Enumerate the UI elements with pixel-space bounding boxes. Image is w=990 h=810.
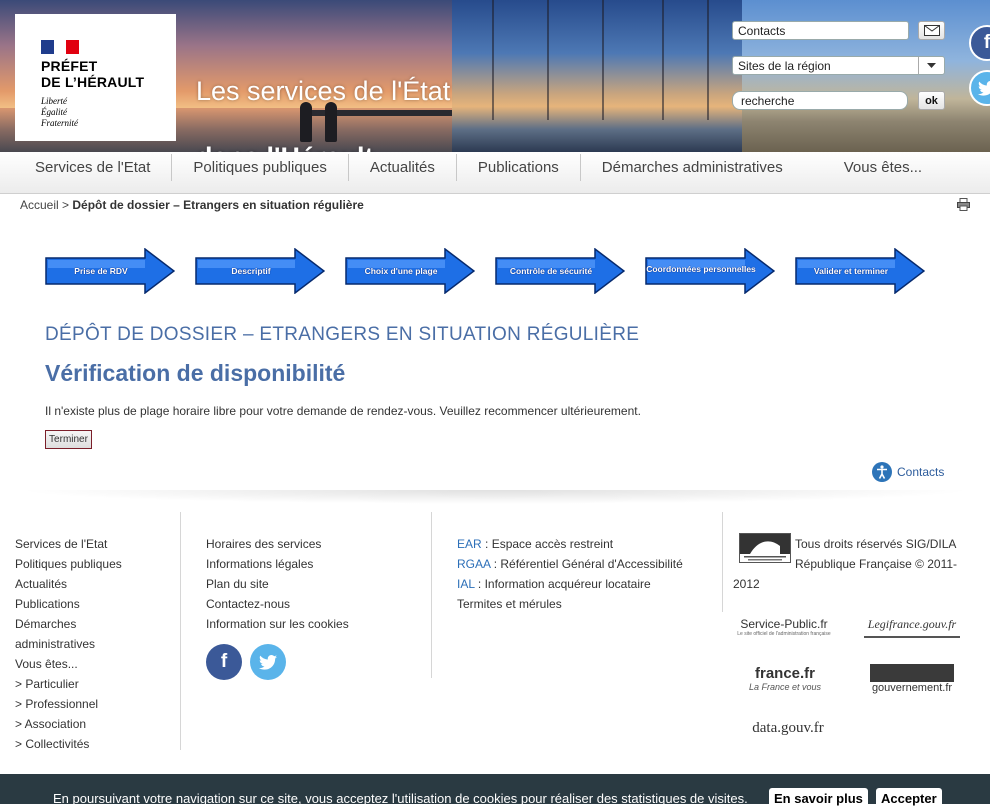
footer-link-rgaa[interactable]: RGAA : Référentiel Général d'Accessibili… — [457, 554, 717, 574]
gouvernement-logo[interactable]: gouvernement.fr — [870, 664, 954, 694]
site-title-line2: dans l'Hérault — [196, 141, 450, 152]
step-coordonnees: Coordonnées personnelles — [645, 248, 775, 294]
footer-col-services: EAR : Espace accès restreint RGAA : Réfé… — [457, 534, 717, 614]
footer-link-ial[interactable]: IAL : Information acquéreur locataire — [457, 574, 717, 594]
search-submit-button[interactable]: ok — [918, 91, 945, 110]
france-fr-logo[interactable]: france.fr La France et vous — [740, 662, 830, 694]
nav-item-politiques[interactable]: Politiques publiques — [172, 154, 349, 181]
flag-icon — [41, 40, 80, 54]
marianne-logo-icon — [739, 533, 791, 563]
breadcrumb-separator: > — [62, 198, 70, 212]
step-controle-securite: Contrôle de sécurité — [495, 248, 625, 294]
mail-button[interactable] — [918, 21, 945, 40]
footer-divider — [15, 490, 975, 504]
step-prise-rdv: Prise de RDV — [45, 248, 175, 294]
nav-item-vous-etes[interactable]: Vous êtes... — [804, 154, 943, 181]
step-label: Choix d'une plage — [364, 266, 438, 276]
footer-separator — [180, 512, 181, 750]
step-label: Coordonnées personnelles — [646, 264, 756, 274]
prefet-logo[interactable]: PRÉFET DE L’HÉRAULT Liberté Égalité Frat… — [15, 14, 176, 141]
step-descriptif: Descriptif — [195, 248, 325, 294]
footer-link[interactable]: Publications — [15, 594, 175, 614]
step-choix-plage: Choix d'une plage — [345, 248, 475, 294]
contacts-link-label: Contacts — [897, 465, 945, 479]
accessibility-icon — [872, 462, 892, 482]
footer-link[interactable]: Politiques publiques — [15, 554, 175, 574]
availability-message: Il n'existe plus de plage horaire libre … — [45, 404, 641, 418]
mail-icon — [923, 25, 940, 36]
footer-link[interactable]: administratives — [15, 634, 175, 654]
footer-link[interactable]: Plan du site — [206, 574, 416, 594]
footer-link-ear[interactable]: EAR : Espace accès restreint — [457, 534, 717, 554]
site-title: Les services de l'État dans l'Hérault — [196, 42, 450, 152]
contacts-link[interactable]: Contacts — [872, 462, 944, 482]
chevron-down-icon — [918, 57, 944, 74]
contacts-field[interactable]: Contacts — [732, 21, 909, 40]
page-title: DÉPÔT DE DOSSIER – ETRANGERS EN SITUATIO… — [45, 324, 640, 345]
footer-separator — [431, 512, 432, 678]
step-label: Valider et terminer — [813, 266, 889, 276]
terminer-button[interactable]: Terminer — [45, 430, 92, 449]
copyright-block: Tous droits réservés SIG/DILA République… — [733, 533, 973, 594]
region-select[interactable]: Sites de la région — [732, 56, 945, 75]
region-select-label: Sites de la région — [738, 59, 831, 73]
step-label: Prise de RDV — [74, 266, 128, 276]
step-label: Descriptif — [231, 266, 271, 276]
breadcrumb-current: Dépôt de dossier – Etrangers en situatio… — [72, 198, 364, 212]
footer-link[interactable]: > Particulier — [15, 674, 175, 694]
step-valider: Valider et terminer — [795, 248, 925, 294]
footer-link[interactable]: Horaires des services — [206, 534, 416, 554]
footer-link[interactable]: Services de l'Etat — [15, 534, 175, 554]
twitter-icon[interactable] — [250, 644, 286, 680]
main-nav: Services de l'Etat Politiques publiques … — [0, 152, 990, 194]
footer-link-termites[interactable]: Termites et mérules — [457, 594, 717, 614]
print-icon[interactable] — [957, 198, 970, 211]
step-label: Contrôle de sécurité — [509, 266, 593, 276]
cookie-banner: En poursuivant votre navigation sur ce s… — [0, 774, 990, 810]
footer-link[interactable]: > Collectivités — [15, 734, 175, 754]
nav-item-publications[interactable]: Publications — [457, 154, 581, 181]
footer-link[interactable]: Information sur les cookies — [206, 614, 416, 634]
breadcrumb: Accueil > Dépôt de dossier – Etrangers e… — [20, 198, 364, 212]
nav-item-services[interactable]: Services de l'Etat — [14, 154, 173, 181]
site-title-line1: Les services de l'État — [196, 76, 451, 106]
breadcrumb-home[interactable]: Accueil — [20, 198, 59, 212]
footer-link[interactable]: Actualités — [15, 574, 175, 594]
footer-col-nav: Services de l'Etat Politiques publiques … — [15, 534, 175, 754]
cookie-accept-button[interactable]: Accepter — [876, 788, 942, 810]
data-gouv-logo[interactable]: data.gouv.fr — [740, 716, 836, 740]
logo-title: PRÉFET DE L’HÉRAULT — [41, 58, 145, 90]
footer-col-info: Horaires des services Informations légal… — [206, 534, 416, 634]
banner-harbour-photo — [452, 0, 742, 152]
footer-separator — [722, 512, 723, 612]
facebook-icon[interactable]: f — [206, 644, 242, 680]
footer-link[interactable]: Informations légales — [206, 554, 416, 574]
legifrance-logo[interactable]: Legifrance.gouv.fr — [864, 612, 960, 638]
service-public-logo[interactable]: Service-Public.fr Le site officiel de l'… — [736, 612, 832, 642]
footer-link[interactable]: Démarches — [15, 614, 175, 634]
search-input[interactable]: recherche — [732, 91, 908, 110]
cookie-more-button[interactable]: En savoir plus — [769, 788, 868, 810]
footer-link[interactable]: Contactez-nous — [206, 594, 416, 614]
footer-link[interactable]: > Professionnel — [15, 694, 175, 714]
section-title: Vérification de disponibilité — [45, 360, 346, 386]
nav-item-actualites[interactable]: Actualités — [349, 154, 457, 181]
footer-link[interactable]: Vous êtes... — [15, 654, 175, 674]
logo-motto: Liberté Égalité Fraternité — [41, 96, 78, 128]
nav-item-demarches[interactable]: Démarches administratives — [581, 154, 804, 181]
header-banner: PRÉFET DE L’HÉRAULT Liberté Égalité Frat… — [0, 0, 990, 152]
footer-link[interactable]: > Association — [15, 714, 175, 734]
